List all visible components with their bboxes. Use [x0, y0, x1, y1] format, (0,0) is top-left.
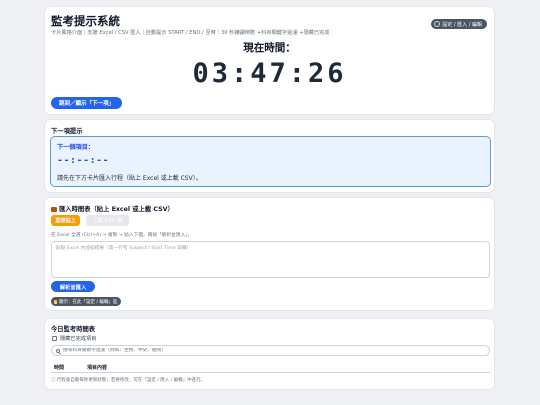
settings-label: 設定 / 匯入 / 編輯 [442, 21, 482, 28]
hide-completed-row[interactable]: 隱藏已完成項目 [52, 335, 96, 342]
schedule-title: 今日監考時間表 [51, 326, 96, 333]
clock-display: 03:47:26 [192, 58, 347, 89]
import-title-text: 匯入時間表（貼上 Excel 或上載 CSV） [59, 206, 174, 213]
schedule-footnote: ⓘ 行程會自動每秒更新狀態；若要修改，可在「設定 / 匯入 / 編輯」中進行。 [51, 378, 206, 383]
import-title: 匯入時間表（貼上 Excel 或上載 CSV） [51, 204, 174, 213]
next-item-box: 下一個項目： --:--:-- 請先在下方卡片匯入行程（貼上 Excel 或上載… [50, 136, 491, 187]
parse-import-button[interactable]: 解析並匯入 [51, 281, 95, 292]
import-card: 匯入時間表（貼上 Excel 或上載 CSV） 直接貼上 上載 CSV 檔 在 … [44, 197, 495, 311]
schedule-table-header: 時間 項目內容 [51, 362, 490, 373]
search-icon [56, 348, 60, 353]
app-title: 監考提示系統 [51, 14, 120, 28]
app-subtitle: 卡片風格介面｜支援 Excel / CSV 匯入｜自動提示 START / EN… [51, 30, 330, 36]
paste-tab-button[interactable]: 直接貼上 [51, 215, 80, 226]
now-label: 現在時間： [243, 42, 296, 54]
subject-search-box[interactable] [51, 345, 490, 356]
hide-completed-checkbox[interactable] [52, 336, 57, 341]
column-header-time: 時間 [54, 364, 65, 371]
bulb-icon [54, 299, 57, 304]
hide-completed-label: 隱藏已完成項目 [60, 336, 97, 342]
jump-next-button[interactable]: 跳到／顯示「下一項」 [51, 97, 122, 109]
gear-icon [434, 21, 441, 27]
next-prompt-card: 下一項提示 下一個項目： --:--:-- 請先在下方卡片匯入行程（貼上 Exc… [44, 119, 495, 193]
header-card: 監考提示系統 卡片風格介面｜支援 Excel / CSV 匯入｜自動提示 STA… [44, 6, 495, 115]
column-header-content: 項目內容 [87, 364, 108, 371]
settings-tip-badge: 顯示：在此「設定 / 編輯」區 [51, 297, 122, 306]
next-item-message: 請先在下方卡片匯入行程（貼上 Excel 或上載 CSV）。 [57, 175, 202, 182]
schedule-card: 今日監考時間表 隱藏已完成項目 時間 項目內容 ⓘ 行程會自動每秒更新狀態；若要… [44, 318, 495, 390]
import-hint: 在 Excel 全選 (Ctrl+A) → 複製 → 貼入下面，再按「解析並匯入… [51, 233, 193, 238]
upload-csv-tab-button[interactable]: 上載 CSV 檔 [86, 215, 129, 226]
settings-button[interactable]: 設定 / 匯入 / 編輯 [431, 19, 487, 29]
next-prompt-title: 下一項提示 [51, 128, 83, 135]
subject-search-input[interactable] [63, 348, 483, 353]
next-item-time: --:--:-- [57, 155, 110, 166]
next-item-label: 下一個項目： [57, 144, 95, 151]
paste-textarea[interactable] [51, 241, 490, 278]
import-icon [51, 206, 57, 212]
settings-tip-text: 顯示：在此「設定 / 編輯」區 [59, 299, 118, 305]
